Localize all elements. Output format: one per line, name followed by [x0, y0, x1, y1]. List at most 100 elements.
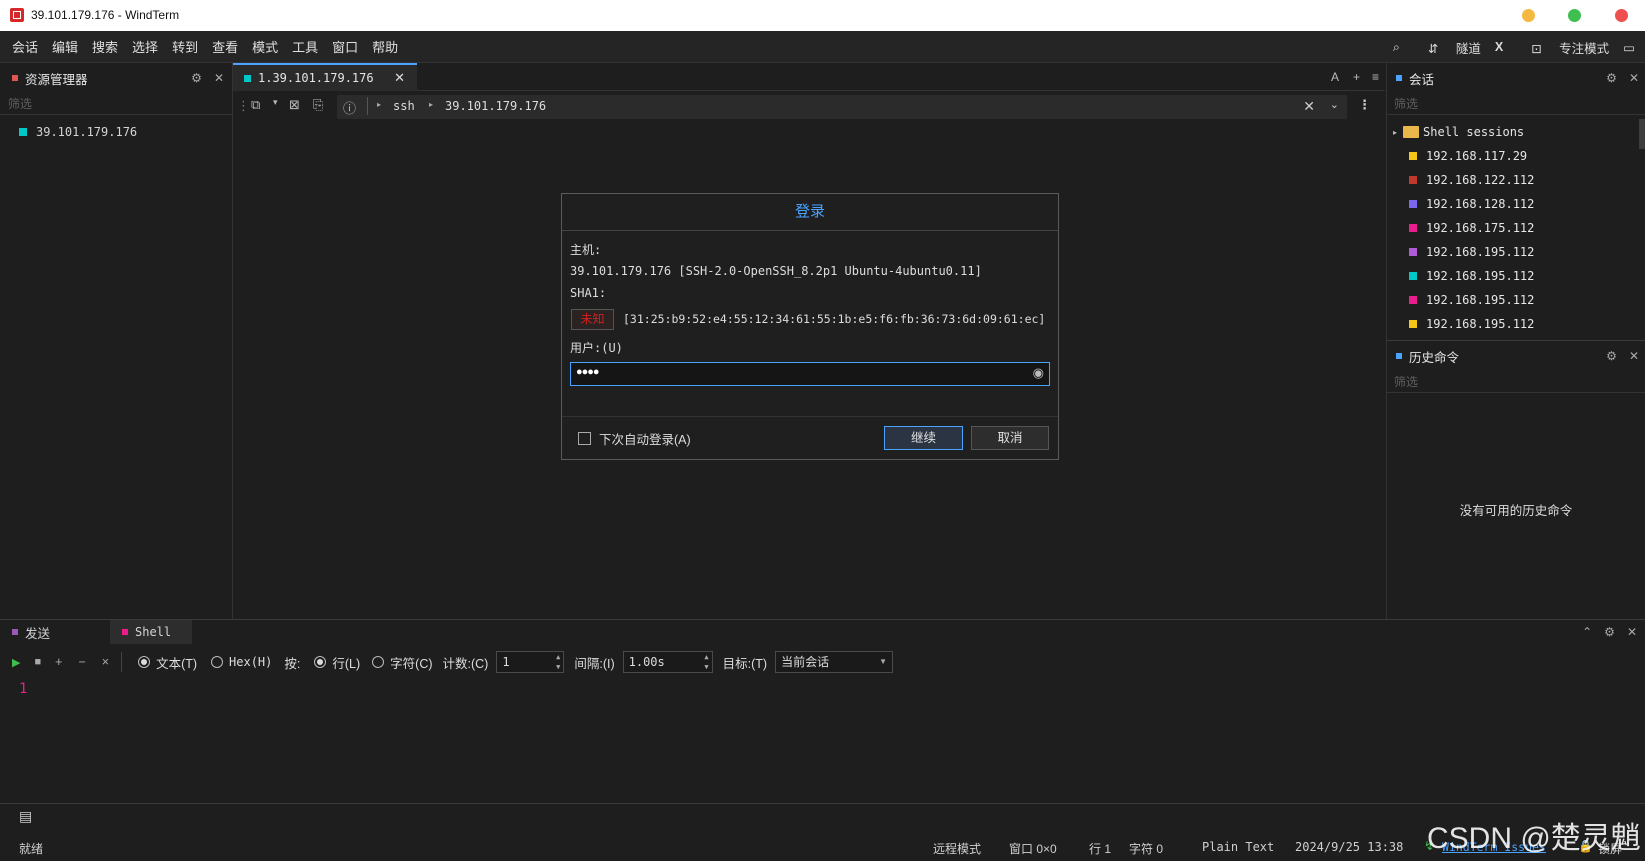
clear-icon[interactable]: × [102, 655, 109, 669]
radio-hex-dot[interactable] [211, 656, 224, 668]
radio-text-dot[interactable] [138, 656, 151, 668]
continue-button[interactable]: 继续 [884, 426, 963, 450]
history-filter-input[interactable]: 筛选 [1387, 368, 1645, 393]
menu-select[interactable]: 选择 [132, 37, 158, 56]
explorer-filter-input[interactable]: 筛选 [0, 90, 232, 115]
session-color-marker [1409, 320, 1417, 328]
scrollbar[interactable] [1639, 119, 1645, 149]
status-syntax[interactable]: Plain Text [1202, 840, 1274, 854]
session-item[interactable]: 192.168.117.29 [1409, 144, 1645, 168]
play-icon[interactable]: ▶ [12, 656, 20, 669]
minimize-button[interactable] [1522, 9, 1535, 22]
minus-icon[interactable]: − [78, 655, 85, 669]
menu-view[interactable]: 查看 [212, 37, 238, 56]
sessions-header: 会话 ⚙ ✕ [1387, 66, 1645, 90]
search-icon[interactable]: ⌕ [1393, 40, 1400, 55]
divider [367, 97, 368, 115]
menu-edit[interactable]: 编辑 [52, 37, 78, 56]
host-value: 39.101.179.176 [SSH-2.0-OpenSSH_8.2p1 Ub… [570, 264, 982, 278]
count-stepper[interactable]: 1 ▲ ▼ [496, 651, 565, 673]
session-item[interactable]: 192.168.128.112 [1409, 192, 1645, 216]
gear-icon[interactable]: ⚙ [191, 71, 202, 85]
interval-stepper[interactable]: 1.00s ▲ ▼ [622, 651, 713, 673]
address-bar[interactable]: ⓘ ▸ ssh ▸ 39.101.179.176 ✕ ⌄ [337, 95, 1347, 119]
more-icon[interactable]: ⋮ [1358, 97, 1371, 113]
menu-mode[interactable]: 模式 [252, 37, 278, 56]
menu-tools[interactable]: 工具 [292, 37, 318, 56]
sessions-filter-input[interactable]: 筛选 [1387, 90, 1645, 115]
menu-goto[interactable]: 转到 [172, 37, 198, 56]
status-char: 字符 0 [1129, 842, 1164, 856]
close-tab-icon[interactable]: ✕ [394, 70, 405, 86]
send-toolbar: ▶ ■ + − × 文本(T) Hex(H) 按: 行(L) 字符(C) 计数:… [0, 647, 1645, 677]
info-icon[interactable]: ⓘ [343, 98, 356, 117]
close-window-button[interactable] [1615, 9, 1628, 22]
duplicate-icon[interactable]: ⎘ [313, 97, 323, 113]
radio-char-dot[interactable] [372, 656, 385, 668]
maximize-button[interactable] [1568, 9, 1581, 22]
cancel-button[interactable]: 取消 [971, 426, 1049, 450]
menu-help[interactable]: 帮助 [372, 37, 398, 56]
status-window: 窗口 0×0 [1009, 842, 1057, 856]
checkbox-box[interactable] [578, 432, 591, 445]
clear-icon[interactable]: ✕ [1303, 98, 1315, 115]
status-remote-mode[interactable]: 远程模式 [933, 840, 981, 857]
tunnel-button[interactable]: ⇵ 隧道 [1414, 38, 1481, 57]
radio-hex[interactable]: Hex(H) [211, 655, 272, 669]
menu-session[interactable]: 会话 [12, 37, 38, 56]
layout-icon[interactable]: ▭ [1623, 40, 1635, 55]
divider [562, 416, 1058, 417]
folder-shell-sessions[interactable]: ▸ Shell sessions [1387, 120, 1645, 144]
chevron-down-icon[interactable]: ⌄ [1330, 98, 1339, 111]
eye-icon[interactable]: ◉ [1033, 365, 1044, 381]
explorer-item[interactable]: 39.101.179.176 [0, 125, 232, 139]
close-icon[interactable]: ✕ [214, 71, 224, 85]
session-item[interactable]: 192.168.195.112 [1409, 240, 1645, 264]
tab-shell[interactable]: Shell [110, 620, 192, 644]
collapse-icon[interactable]: ⌃ [1582, 625, 1592, 639]
stepper-arrows-icon[interactable]: ▲ ▼ [704, 652, 708, 672]
radio-char[interactable]: 字符(C) [372, 653, 433, 672]
protocol-crumb[interactable]: ssh [393, 99, 415, 113]
close-icon[interactable]: ✕ [1629, 349, 1639, 363]
tab-menu-icon[interactable]: ≡ [1372, 70, 1379, 84]
session-color-marker [1409, 296, 1417, 304]
close-icon[interactable]: ✕ [1627, 625, 1637, 639]
target-select[interactable]: 当前会话 ▼ [775, 651, 894, 673]
session-item-label: 192.168.122.112 [1426, 173, 1535, 187]
chevron-down-icon[interactable]: ▾ [273, 97, 278, 108]
stop-icon[interactable]: ■ [34, 656, 41, 668]
font-size-button[interactable]: A [1331, 70, 1339, 84]
focus-mode-button[interactable]: ⊡ 专注模式 [1517, 38, 1609, 57]
tab-send[interactable]: 发送 [0, 620, 98, 644]
new-tab-button[interactable]: + [1353, 70, 1360, 84]
menu-search[interactable]: 搜索 [92, 37, 118, 56]
document-icon[interactable]: ▤ [19, 808, 32, 825]
radio-text[interactable]: 文本(T) [138, 653, 197, 672]
stepper-arrows-icon[interactable]: ▲ ▼ [556, 652, 560, 672]
session-item[interactable]: 192.168.195.112 [1409, 312, 1645, 336]
session-item[interactable]: 192.168.195.112 [1409, 288, 1645, 312]
radio-line-dot[interactable] [314, 656, 327, 668]
session-item[interactable]: 192.168.175.112 [1409, 216, 1645, 240]
session-color-marker [1409, 248, 1417, 256]
plus-icon[interactable]: + [55, 655, 62, 669]
user-input[interactable]: ●●●● ◉ [570, 362, 1050, 386]
host-crumb[interactable]: 39.101.179.176 [445, 99, 546, 113]
tab-terminal-session[interactable]: 1.39.101.179.176 ✕ [233, 63, 417, 91]
auto-login-checkbox[interactable]: 下次自动登录(A) [578, 429, 691, 448]
x-button[interactable]: X [1495, 40, 1503, 54]
drag-handle-icon[interactable]: ⋮ [237, 98, 250, 114]
gear-icon[interactable]: ⚙ [1606, 71, 1617, 85]
sessions-panel: 会话 ⚙ ✕ 筛选 ▸ Shell sessions 192.168.117.2… [1387, 63, 1645, 340]
close-session-icon[interactable]: ⊠ [289, 97, 300, 113]
session-item[interactable]: 192.168.122.112 [1409, 168, 1645, 192]
gear-icon[interactable]: ⚙ [1606, 349, 1617, 363]
close-icon[interactable]: ✕ [1629, 71, 1639, 85]
gear-icon[interactable]: ⚙ [1604, 625, 1615, 639]
session-item[interactable]: 192.168.195.112 [1409, 264, 1645, 288]
new-session-icon[interactable]: ⧉ [251, 97, 260, 113]
menu-window[interactable]: 窗口 [332, 37, 358, 56]
radio-line[interactable]: 行(L) [314, 653, 360, 672]
focus-icon: ⊡ [1531, 41, 1542, 56]
